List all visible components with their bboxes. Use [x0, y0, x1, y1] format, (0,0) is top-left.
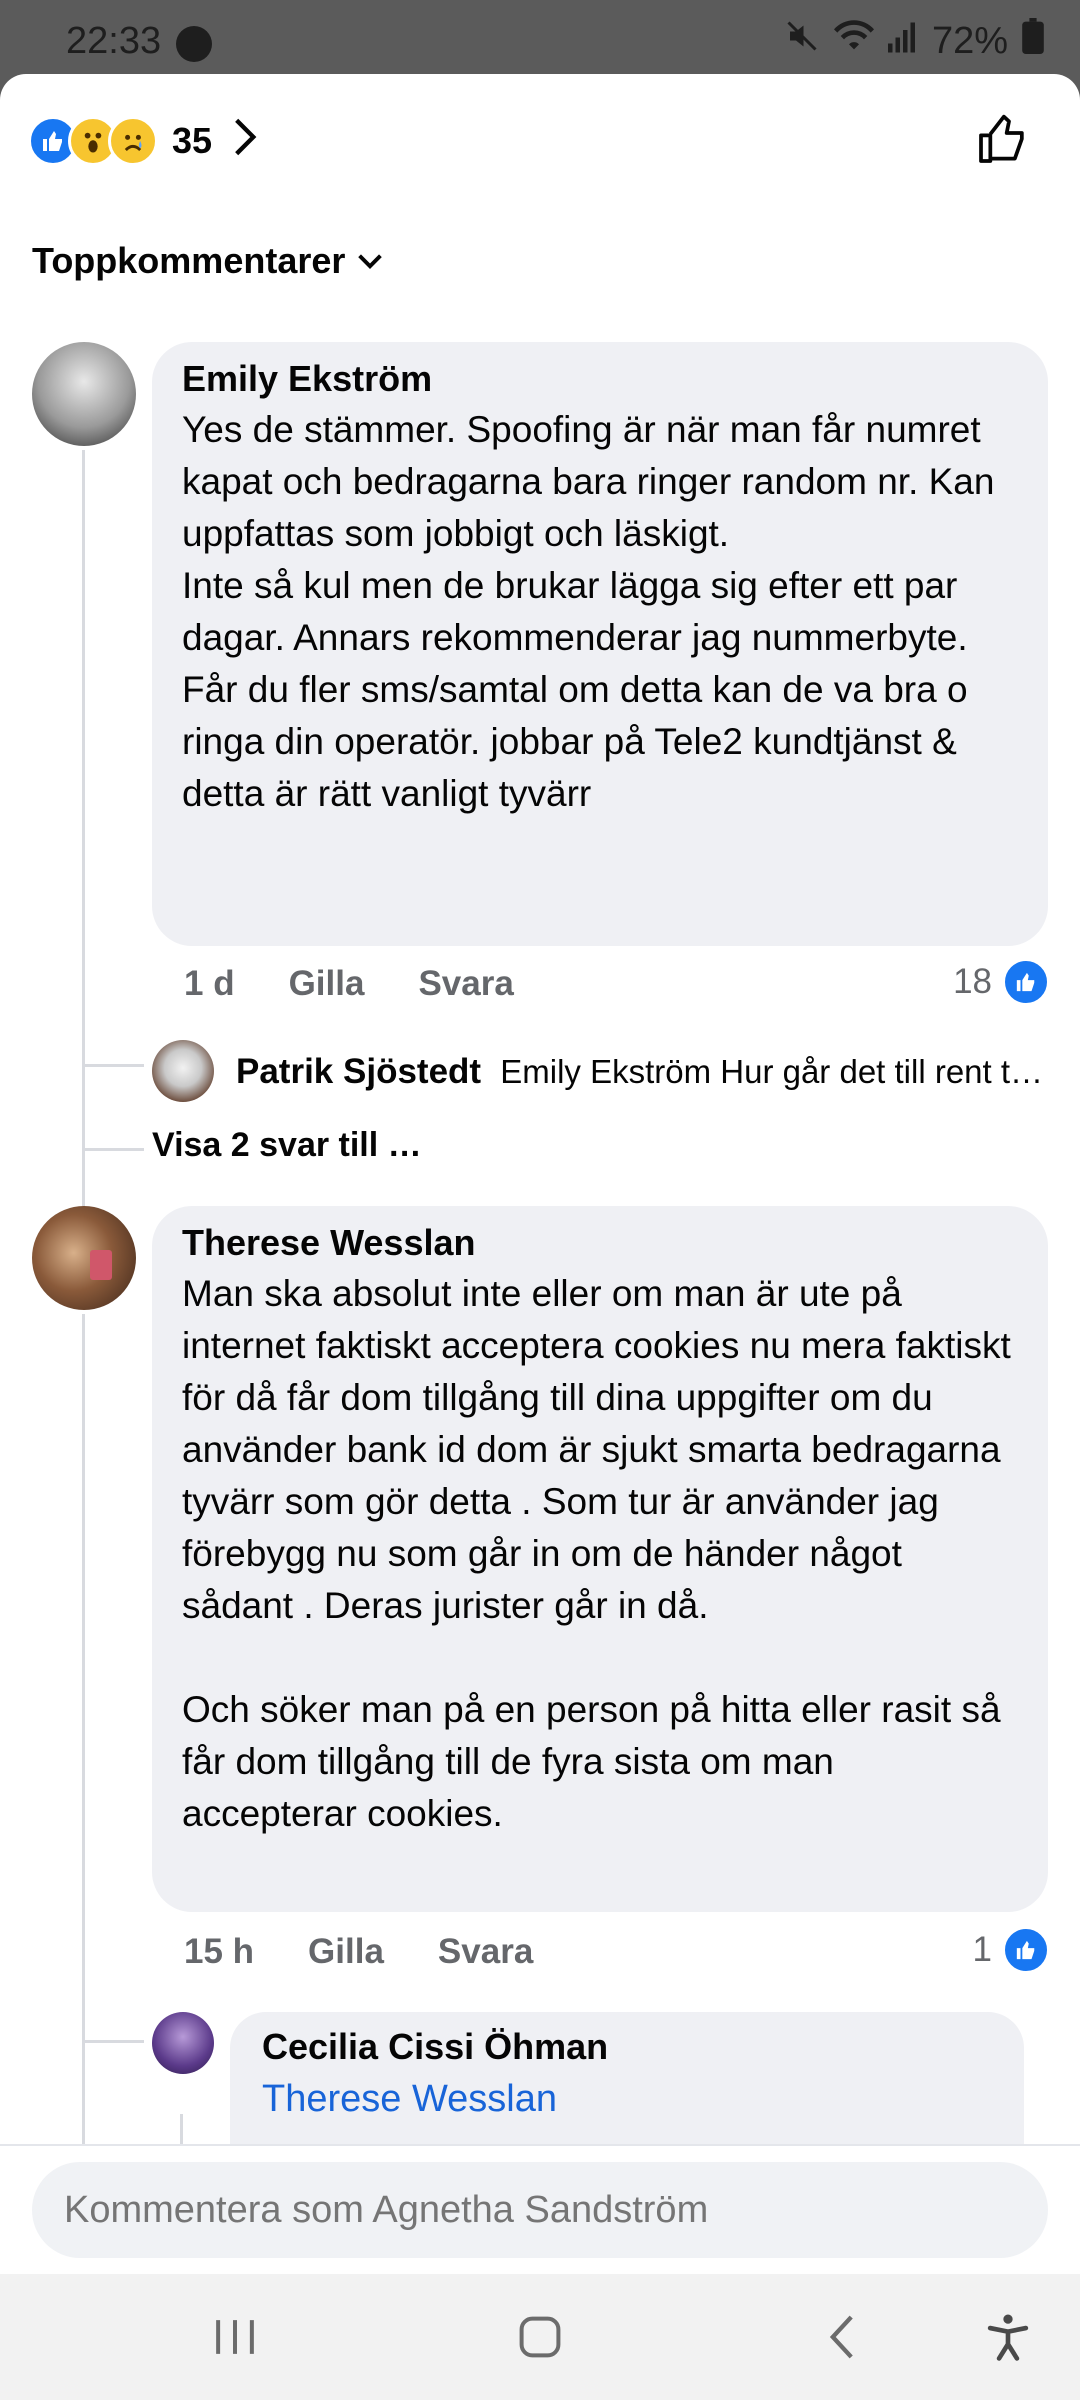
reply-preview[interactable]: Patrik Sjöstedt Emily Ekström Hur går de… — [236, 1052, 1046, 1092]
comment-time[interactable]: 1 d — [184, 964, 235, 1004]
reply-button[interactable]: Svara — [418, 964, 513, 1004]
signal-icon — [887, 19, 918, 63]
battery-icon — [1022, 18, 1044, 64]
reply-avatar[interactable] — [152, 1040, 214, 1102]
system-nav-bar — [0, 2274, 1080, 2400]
comment-input[interactable] — [32, 2162, 1048, 2258]
accessibility-icon — [987, 2314, 1029, 2361]
like-badge-icon — [1002, 1926, 1050, 1974]
reply-author[interactable]: Cecilia Cissi Öhman — [262, 2026, 992, 2068]
recent-apps-icon — [216, 2320, 254, 2354]
battery-percent: 72% — [931, 19, 1008, 62]
comment-time[interactable]: 15 h — [184, 1932, 254, 1972]
mute-icon — [784, 18, 820, 64]
comment-bubble: Emily Ekström Yes de stämmer. Spoofing ä… — [152, 342, 1048, 946]
comment-actions: 1 d Gilla Svara — [184, 964, 514, 1004]
wifi-icon — [833, 18, 874, 64]
reply-avatar[interactable] — [152, 2012, 214, 2074]
view-more-replies-link[interactable]: Visa 2 svar till … — [152, 1126, 422, 1165]
like-badge-icon — [1002, 958, 1050, 1006]
chevron-down-icon — [358, 254, 383, 269]
home-icon — [519, 2316, 561, 2358]
thread-line — [82, 1314, 85, 2274]
comment-composer — [0, 2144, 1080, 2276]
reactions-summary[interactable]: 35 — [28, 114, 258, 168]
chevron-right-icon[interactable] — [232, 114, 258, 168]
home-button[interactable] — [502, 2304, 578, 2370]
avatar-detail — [90, 1250, 112, 1280]
reply-text: Emily Ekström Hur går det till rent t… — [500, 1053, 1044, 1090]
recent-apps-button[interactable] — [200, 2304, 270, 2370]
thumbs-up-icon — [979, 114, 1024, 163]
like-post-button[interactable] — [974, 112, 1030, 173]
reply-connector — [82, 1148, 144, 1151]
reply-button[interactable]: Svara — [438, 1932, 533, 1972]
like-comment-button[interactable]: Gilla — [289, 964, 365, 1004]
comment-text: Man ska absolut inte eller om man är ute… — [182, 1273, 1011, 1834]
reply-connector — [82, 2040, 144, 2043]
back-button[interactable] — [812, 2304, 872, 2370]
comment-bubble: Therese Wesslan Man ska absolut inte ell… — [152, 1206, 1048, 1912]
reply-author: Patrik Sjöstedt — [236, 1052, 482, 1091]
comment-like-count[interactable]: 18 — [953, 958, 1050, 1006]
comment-like-count[interactable]: 1 — [973, 1926, 1050, 1974]
comment-actions: 15 h Gilla Svara — [184, 1932, 533, 1972]
like-count: 18 — [953, 962, 992, 1001]
reply-connector — [82, 1064, 144, 1067]
avatar[interactable] — [32, 1206, 136, 1310]
like-count: 1 — [972, 1930, 992, 1969]
status-icons: 72% — [784, 18, 1044, 64]
reply-mention-link[interactable]: Therese Wesslan — [262, 2078, 992, 2121]
comment-text: Yes de stämmer. Spoofing är när man får … — [182, 409, 995, 814]
back-icon — [829, 2315, 853, 2359]
sad-reaction-icon — [108, 116, 158, 166]
sort-label: Toppkommentarer — [32, 240, 346, 281]
accessibility-button[interactable] — [978, 2304, 1038, 2370]
thread-line — [82, 450, 85, 1224]
status-time: 22:33 — [66, 20, 162, 62]
comment-author[interactable]: Emily Ekström — [182, 358, 1018, 400]
sort-dropdown[interactable]: Toppkommentarer — [32, 240, 383, 282]
call-icon — [176, 26, 212, 62]
comment-author[interactable]: Therese Wesslan — [182, 1222, 1018, 1264]
like-comment-button[interactable]: Gilla — [308, 1932, 384, 1972]
status-bar: 22:33 72% — [0, 0, 1080, 82]
avatar[interactable] — [32, 342, 136, 446]
comments-sheet: 35 Toppkommentarer Emily Ekström Yes de … — [0, 74, 1080, 2274]
reaction-count: 35 — [172, 120, 213, 161]
